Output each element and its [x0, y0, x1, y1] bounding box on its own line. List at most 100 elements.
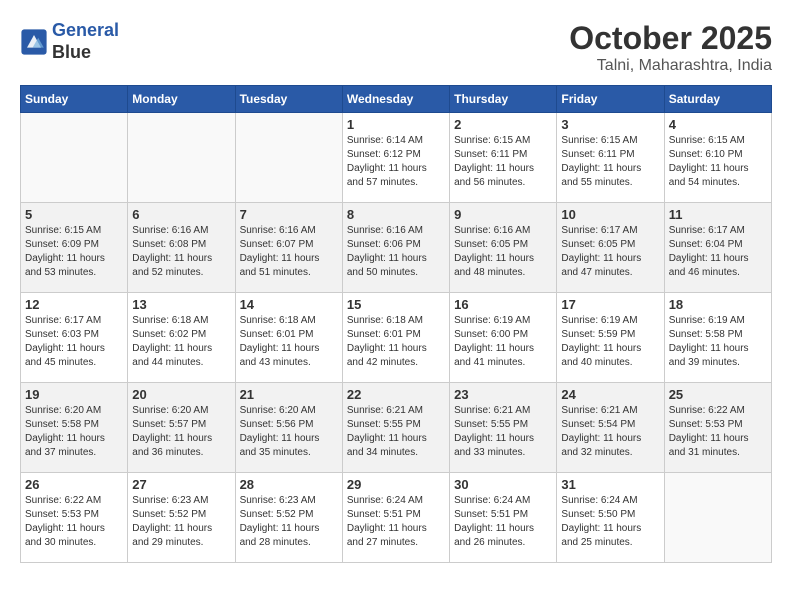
- logo-icon: [20, 28, 48, 56]
- day-info: Sunrise: 6:20 AM Sunset: 5:58 PM Dayligh…: [25, 404, 123, 460]
- calendar-cell: 30 Sunrise: 6:24 AM Sunset: 5:51 PM Dayli…: [450, 473, 557, 563]
- calendar-cell: 9 Sunrise: 6:16 AM Sunset: 6:05 PM Daylig…: [450, 203, 557, 293]
- day-number: 20: [132, 387, 230, 402]
- week-row-1: 1 Sunrise: 6:14 AM Sunset: 6:12 PM Daylig…: [21, 113, 772, 203]
- day-number: 24: [561, 387, 659, 402]
- day-number: 6: [132, 207, 230, 222]
- calendar-cell: 11 Sunrise: 6:17 AM Sunset: 6:04 PM Dayli…: [664, 203, 771, 293]
- calendar-cell: 17Sunrise: 6:19 AM Sunset: 5:59 PM Dayli…: [557, 293, 664, 383]
- day-number: 5: [25, 207, 123, 222]
- day-info: Sunrise: 6:18 AM Sunset: 6:02 PM Dayligh…: [132, 314, 230, 370]
- day-number: 16: [454, 297, 552, 312]
- day-number: 8: [347, 207, 445, 222]
- weekday-header-friday: Friday: [557, 86, 664, 113]
- calendar-cell: 20 Sunrise: 6:20 AM Sunset: 5:57 PM Dayli…: [128, 383, 235, 473]
- calendar-cell: 16Sunrise: 6:19 AM Sunset: 6:00 PM Dayli…: [450, 293, 557, 383]
- day-number: 23: [454, 387, 552, 402]
- calendar-cell: 13Sunrise: 6:18 AM Sunset: 6:02 PM Dayli…: [128, 293, 235, 383]
- calendar-cell: 15 Sunrise: 6:18 AM Sunset: 6:01 PM Dayli…: [342, 293, 449, 383]
- day-number: 14: [240, 297, 338, 312]
- day-info: Sunrise: 6:22 AM Sunset: 5:53 PM Dayligh…: [25, 494, 123, 550]
- day-number: 22: [347, 387, 445, 402]
- page-header: General Blue October 2025 Talni, Maharas…: [20, 20, 772, 75]
- calendar-cell: 29Sunrise: 6:24 AM Sunset: 5:51 PM Dayli…: [342, 473, 449, 563]
- day-number: 1: [347, 117, 445, 132]
- day-info: Sunrise: 6:16 AM Sunset: 6:08 PM Dayligh…: [132, 224, 230, 280]
- weekday-header-thursday: Thursday: [450, 86, 557, 113]
- day-number: 27: [132, 477, 230, 492]
- day-info: Sunrise: 6:24 AM Sunset: 5:51 PM Dayligh…: [454, 494, 552, 550]
- calendar-cell: [128, 113, 235, 203]
- day-number: 28: [240, 477, 338, 492]
- calendar-cell: 24 Sunrise: 6:21 AM Sunset: 5:54 PM Dayli…: [557, 383, 664, 473]
- day-info: Sunrise: 6:23 AM Sunset: 5:52 PM Dayligh…: [240, 494, 338, 550]
- day-number: 7: [240, 207, 338, 222]
- calendar-cell: [664, 473, 771, 563]
- day-number: 17: [561, 297, 659, 312]
- calendar-cell: 21Sunrise: 6:20 AM Sunset: 5:56 PM Dayli…: [235, 383, 342, 473]
- day-info: Sunrise: 6:16 AM Sunset: 6:06 PM Dayligh…: [347, 224, 445, 280]
- calendar-cell: 23 Sunrise: 6:21 AM Sunset: 5:55 PM Dayli…: [450, 383, 557, 473]
- day-number: 19: [25, 387, 123, 402]
- day-info: Sunrise: 6:21 AM Sunset: 5:54 PM Dayligh…: [561, 404, 659, 460]
- day-info: Sunrise: 6:16 AM Sunset: 6:05 PM Dayligh…: [454, 224, 552, 280]
- calendar-cell: 25Sunrise: 6:22 AM Sunset: 5:53 PM Dayli…: [664, 383, 771, 473]
- day-info: Sunrise: 6:17 AM Sunset: 6:04 PM Dayligh…: [669, 224, 767, 280]
- day-number: 15: [347, 297, 445, 312]
- day-info: Sunrise: 6:18 AM Sunset: 6:01 PM Dayligh…: [347, 314, 445, 370]
- weekday-header-monday: Monday: [128, 86, 235, 113]
- calendar-cell: 12 Sunrise: 6:17 AM Sunset: 6:03 PM Dayli…: [21, 293, 128, 383]
- weekday-header-saturday: Saturday: [664, 86, 771, 113]
- day-info: Sunrise: 6:23 AM Sunset: 5:52 PM Dayligh…: [132, 494, 230, 550]
- day-info: Sunrise: 6:20 AM Sunset: 5:56 PM Dayligh…: [240, 404, 338, 460]
- calendar-cell: 22 Sunrise: 6:21 AM Sunset: 5:55 PM Dayli…: [342, 383, 449, 473]
- calendar-cell: [235, 113, 342, 203]
- day-info: Sunrise: 6:21 AM Sunset: 5:55 PM Dayligh…: [454, 404, 552, 460]
- logo: General Blue: [20, 20, 119, 63]
- calendar-cell: 5 Sunrise: 6:15 AM Sunset: 6:09 PM Daylig…: [21, 203, 128, 293]
- day-info: Sunrise: 6:15 AM Sunset: 6:09 PM Dayligh…: [25, 224, 123, 280]
- day-info: Sunrise: 6:17 AM Sunset: 6:03 PM Dayligh…: [25, 314, 123, 370]
- day-number: 11: [669, 207, 767, 222]
- calendar-cell: 8 Sunrise: 6:16 AM Sunset: 6:06 PM Daylig…: [342, 203, 449, 293]
- location: Talni, Maharashtra, India: [569, 57, 772, 75]
- week-row-4: 19 Sunrise: 6:20 AM Sunset: 5:58 PM Dayli…: [21, 383, 772, 473]
- logo-line2: Blue: [52, 42, 119, 64]
- calendar-cell: 7Sunrise: 6:16 AM Sunset: 6:07 PM Daylig…: [235, 203, 342, 293]
- day-number: 12: [25, 297, 123, 312]
- calendar-cell: 10Sunrise: 6:17 AM Sunset: 6:05 PM Dayli…: [557, 203, 664, 293]
- day-info: Sunrise: 6:24 AM Sunset: 5:51 PM Dayligh…: [347, 494, 445, 550]
- week-row-3: 12 Sunrise: 6:17 AM Sunset: 6:03 PM Dayli…: [21, 293, 772, 383]
- calendar-cell: 31Sunrise: 6:24 AM Sunset: 5:50 PM Dayli…: [557, 473, 664, 563]
- calendar-cell: 14 Sunrise: 6:18 AM Sunset: 6:01 PM Dayli…: [235, 293, 342, 383]
- day-info: Sunrise: 6:24 AM Sunset: 5:50 PM Dayligh…: [561, 494, 659, 550]
- day-info: Sunrise: 6:14 AM Sunset: 6:12 PM Dayligh…: [347, 134, 445, 190]
- title-block: October 2025 Talni, Maharashtra, India: [569, 20, 772, 75]
- day-number: 30: [454, 477, 552, 492]
- day-number: 25: [669, 387, 767, 402]
- day-number: 2: [454, 117, 552, 132]
- day-number: 10: [561, 207, 659, 222]
- calendar-cell: 4Sunrise: 6:15 AM Sunset: 6:10 PM Daylig…: [664, 113, 771, 203]
- day-info: Sunrise: 6:18 AM Sunset: 6:01 PM Dayligh…: [240, 314, 338, 370]
- weekday-header-sunday: Sunday: [21, 86, 128, 113]
- logo-text: General Blue: [52, 20, 119, 63]
- weekday-header-wednesday: Wednesday: [342, 86, 449, 113]
- day-number: 3: [561, 117, 659, 132]
- day-number: 9: [454, 207, 552, 222]
- day-info: Sunrise: 6:20 AM Sunset: 5:57 PM Dayligh…: [132, 404, 230, 460]
- calendar-cell: 2 Sunrise: 6:15 AM Sunset: 6:11 PM Daylig…: [450, 113, 557, 203]
- calendar-cell: 26Sunrise: 6:22 AM Sunset: 5:53 PM Dayli…: [21, 473, 128, 563]
- logo-line1: General: [52, 20, 119, 40]
- calendar-cell: [21, 113, 128, 203]
- weekday-header-tuesday: Tuesday: [235, 86, 342, 113]
- calendar-cell: 28 Sunrise: 6:23 AM Sunset: 5:52 PM Dayli…: [235, 473, 342, 563]
- calendar-cell: 6 Sunrise: 6:16 AM Sunset: 6:08 PM Daylig…: [128, 203, 235, 293]
- day-info: Sunrise: 6:21 AM Sunset: 5:55 PM Dayligh…: [347, 404, 445, 460]
- week-row-5: 26Sunrise: 6:22 AM Sunset: 5:53 PM Dayli…: [21, 473, 772, 563]
- day-number: 18: [669, 297, 767, 312]
- month-title: October 2025: [569, 20, 772, 57]
- day-info: Sunrise: 6:19 AM Sunset: 5:58 PM Dayligh…: [669, 314, 767, 370]
- day-info: Sunrise: 6:15 AM Sunset: 6:11 PM Dayligh…: [454, 134, 552, 190]
- calendar-cell: 3Sunrise: 6:15 AM Sunset: 6:11 PM Daylig…: [557, 113, 664, 203]
